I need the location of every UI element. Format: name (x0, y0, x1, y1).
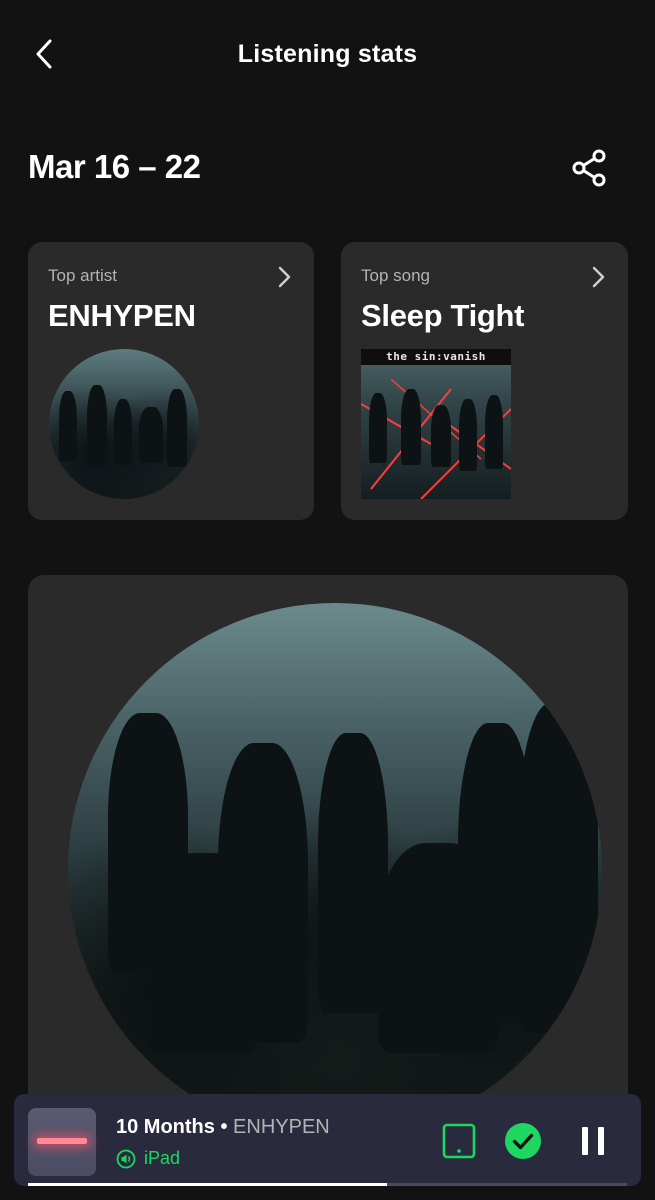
playback-progress[interactable] (28, 1183, 627, 1186)
album-cover: the sin:vanish (361, 349, 511, 499)
top-song-card[interactable]: Top song Sleep Tight the sin:vanish (341, 242, 628, 520)
share-button[interactable] (570, 148, 610, 188)
date-row: Mar 16 – 22 (28, 140, 628, 200)
tablet-icon (442, 1123, 476, 1159)
top-artist-name: ENHYPEN (48, 298, 196, 333)
connect-device-button[interactable] (440, 1122, 478, 1160)
artist-image (49, 349, 199, 499)
artist-showcase-card[interactable] (28, 575, 628, 1095)
share-icon (572, 149, 606, 187)
top-artist-card[interactable]: Top artist ENHYPEN (28, 242, 314, 520)
top-artist-label: Top artist (48, 266, 117, 285)
now-playing-bar[interactable]: 10 Months • ENHYPEN iPad (14, 1094, 641, 1186)
now-playing-cover (28, 1108, 96, 1176)
now-playing-track: 10 Months (116, 1116, 215, 1138)
date-range: Mar 16 – 22 (28, 148, 201, 185)
now-playing-title-line: 10 Months • ENHYPEN (116, 1116, 330, 1139)
top-song-label: Top song (361, 266, 430, 285)
saved-button[interactable] (504, 1122, 542, 1160)
chevron-right-icon (278, 266, 291, 288)
now-playing-artist: ENHYPEN (233, 1116, 330, 1138)
artist-large-image (68, 603, 602, 1095)
pause-icon (582, 1127, 604, 1155)
top-song-title: Sleep Tight (361, 298, 525, 333)
top-bar: Listening stats (0, 0, 655, 110)
pause-button[interactable] (574, 1122, 612, 1160)
device-name: iPad (144, 1148, 181, 1168)
chevron-right-icon (592, 266, 605, 288)
speaker-icon (116, 1149, 136, 1168)
check-circle-icon (505, 1123, 541, 1159)
playback-progress-fill (28, 1183, 388, 1186)
track-separator: • (214, 1116, 234, 1138)
page-title: Listening stats (237, 40, 418, 68)
now-playing-device: iPad (116, 1148, 180, 1169)
